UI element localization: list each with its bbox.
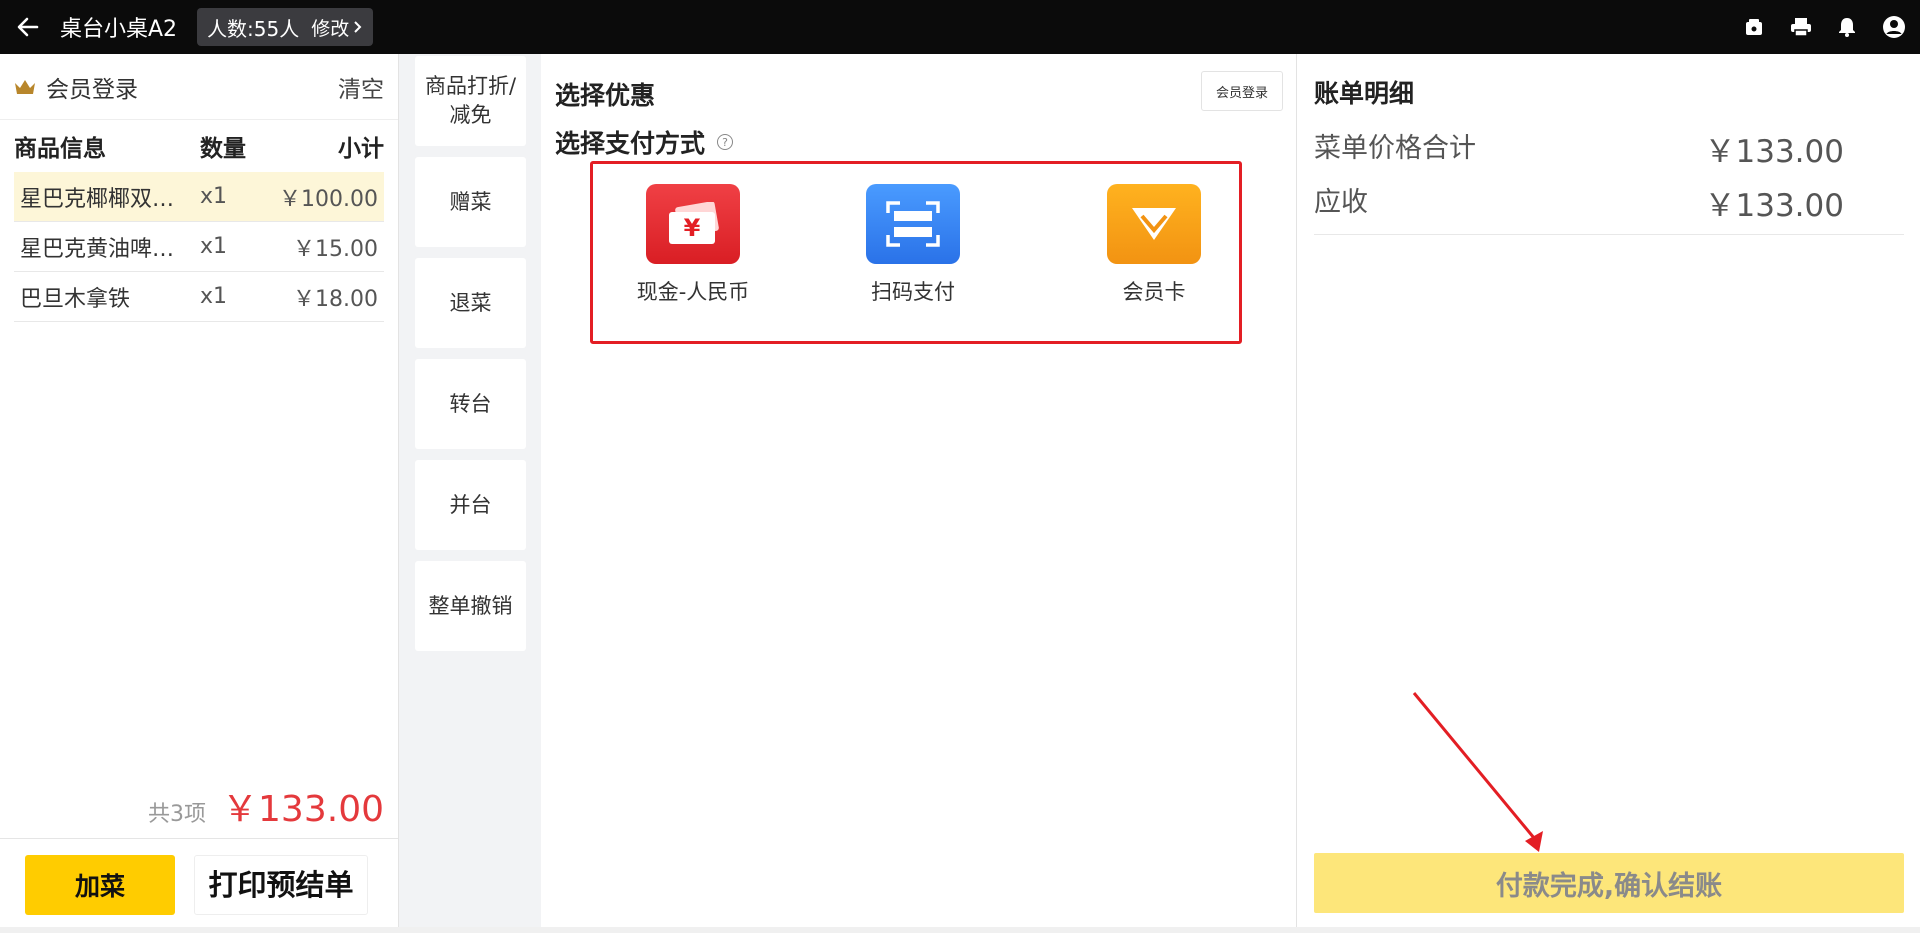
member-card-icon <box>1107 184 1201 264</box>
chevron-right-icon <box>354 21 362 33</box>
receivable-label: 应收 <box>1314 187 1368 218</box>
col-qty: 数量 <box>200 136 246 162</box>
bell-icon <box>1839 18 1855 37</box>
menu-total-row: 菜单价格合计 ￥133.00 <box>1314 126 1904 171</box>
item-price: ￥15.00 <box>293 236 378 262</box>
order-item-row[interactable]: 星巴克椰椰双… x1 ￥100.00 <box>14 172 384 222</box>
top-icons <box>1744 0 1906 54</box>
back-button[interactable] <box>0 0 56 54</box>
payment-panel: 选择优惠 会员登录 选择支付方式 ? ¥ 现金-人民币 扫码支付 会员卡 <box>541 54 1297 933</box>
order-total: ￥133.00 <box>222 789 384 830</box>
item-name: 星巴克黄油啤… <box>20 236 175 262</box>
payment-member-card[interactable]: 会员卡 <box>1089 184 1219 306</box>
scan-pay-icon <box>866 184 960 264</box>
table-title: 桌台小桌A2 <box>60 17 178 42</box>
order-footer: 加菜 打印预结单 <box>0 838 398 933</box>
help-icon[interactable]: ? <box>717 134 734 150</box>
discount-section-title: 选择优惠 <box>555 81 656 110</box>
printer-button[interactable] <box>1790 17 1812 37</box>
cash-drawer-button[interactable] <box>1744 17 1764 37</box>
item-price: ￥18.00 <box>293 286 378 312</box>
gift-dish-button[interactable]: 赠菜 <box>415 157 526 247</box>
discount-button[interactable]: 商品打折/减免 <box>415 56 526 146</box>
user-button[interactable] <box>1882 15 1906 39</box>
member-login-link[interactable]: 会员登录 <box>46 70 138 104</box>
order-panel-header: 会员登录 清空 <box>0 54 398 120</box>
receivable-row: 应收 ￥133.00 <box>1314 180 1904 225</box>
receivable-value: ￥133.00 <box>1704 188 1844 224</box>
menu-total-label: 菜单价格合计 <box>1314 133 1476 164</box>
payment-section-title: 选择支付方式 ? <box>555 124 734 160</box>
item-qty: x1 <box>200 234 228 259</box>
crown-icon <box>14 78 36 96</box>
print-prebill-button[interactable]: 打印预结单 <box>194 855 368 915</box>
payment-title-text: 选择支付方式 <box>555 129 706 158</box>
bill-title: 账单明细 <box>1314 79 1415 108</box>
bottom-border <box>0 927 1920 933</box>
user-avatar-icon <box>1883 16 1905 38</box>
item-name: 巴旦木拿铁 <box>20 286 131 312</box>
item-qty: x1 <box>200 284 228 309</box>
action-column: 商品打折/减免 赠菜 退菜 转台 并台 整单撤销 <box>398 54 541 933</box>
item-name: 星巴克椰椰双… <box>20 186 175 212</box>
notification-button[interactable] <box>1838 17 1856 37</box>
cash-rmb-icon: ¥ <box>646 184 740 264</box>
return-dish-button[interactable]: 退菜 <box>415 258 526 348</box>
payment-scan-label: 扫码支付 <box>871 280 955 304</box>
bill-panel: 账单明细 菜单价格合计 ￥133.00 应收 ￥133.00 付款完成,确认结账 <box>1297 54 1920 933</box>
item-count: 共3项 <box>148 802 207 827</box>
payment-member-card-label: 会员卡 <box>1122 280 1186 304</box>
printer-icon <box>1791 18 1811 37</box>
col-subtotal: 小计 <box>338 136 384 162</box>
order-table-header: 商品信息 数量 小计 <box>14 120 384 172</box>
payment-cash[interactable]: ¥ 现金-人民币 <box>628 184 758 306</box>
top-bar: 桌台小桌A2 人数:55人 修改 <box>0 0 1920 54</box>
back-arrow-icon <box>17 17 39 37</box>
clear-button[interactable]: 清空 <box>338 70 384 104</box>
svg-text:¥: ¥ <box>684 214 701 242</box>
bill-divider <box>1314 234 1904 235</box>
cancel-order-button[interactable]: 整单撤销 <box>415 561 526 651</box>
edit-people-label: 修改 <box>311 17 350 40</box>
transfer-table-button[interactable]: 转台 <box>415 359 526 449</box>
confirm-payment-button[interactable]: 付款完成,确认结账 <box>1314 853 1904 913</box>
item-qty: x1 <box>200 184 228 209</box>
order-item-list: 星巴克椰椰双… x1 ￥100.00 星巴克黄油啤… x1 ￥15.00 巴旦木… <box>14 172 384 322</box>
payment-methods-box: ¥ 现金-人民币 扫码支付 会员卡 <box>590 161 1242 344</box>
payment-scan[interactable]: 扫码支付 <box>848 184 978 306</box>
order-panel: 会员登录 清空 商品信息 数量 小计 星巴克椰椰双… x1 ￥100.00 星巴… <box>0 54 398 933</box>
order-summary: 共3项 ￥133.00 <box>148 780 384 832</box>
cash-drawer-icon <box>1746 19 1762 35</box>
order-item-row[interactable]: 星巴克黄油啤… x1 ￥15.00 <box>14 222 384 272</box>
merge-table-button[interactable]: 并台 <box>415 460 526 550</box>
add-dish-button[interactable]: 加菜 <box>25 855 175 915</box>
order-item-row[interactable]: 巴旦木拿铁 x1 ￥18.00 <box>14 272 384 322</box>
member-login-small-button[interactable]: 会员登录 <box>1201 71 1283 111</box>
people-count-label: 人数:55人 <box>207 16 300 41</box>
col-name: 商品信息 <box>14 136 106 162</box>
payment-cash-label: 现金-人民币 <box>636 280 750 304</box>
people-count-button[interactable]: 人数:55人 修改 <box>197 8 374 46</box>
menu-total-value: ￥133.00 <box>1704 134 1844 170</box>
item-price: ￥100.00 <box>279 186 378 212</box>
